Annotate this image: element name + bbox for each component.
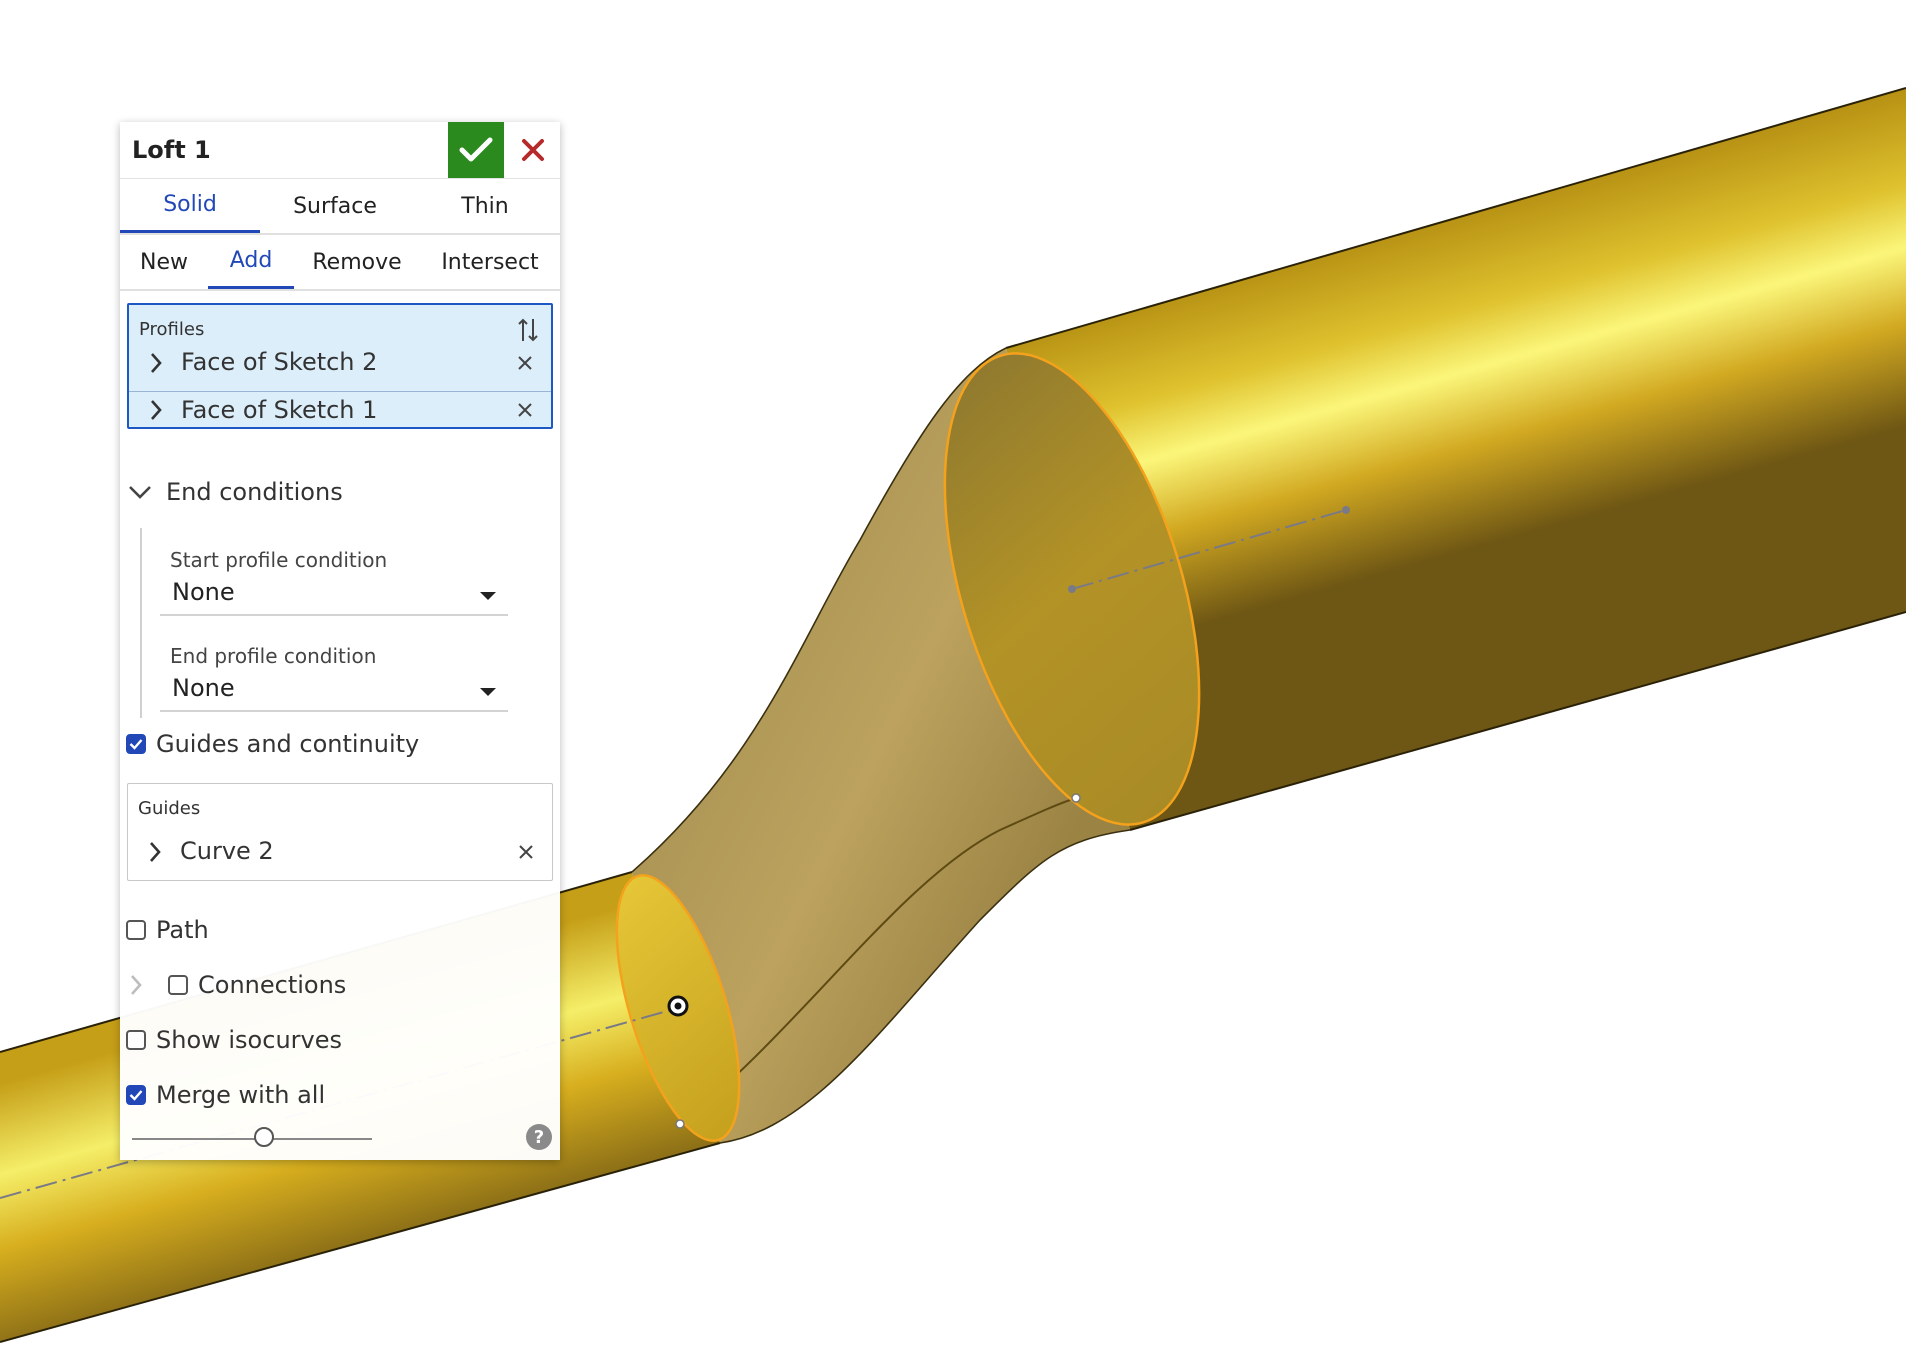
close-icon	[522, 139, 544, 161]
path-checkbox[interactable]: Path	[126, 914, 209, 946]
chevron-right-icon[interactable]	[149, 352, 163, 374]
checkbox-unchecked-icon[interactable]	[126, 1030, 146, 1050]
tab-new[interactable]: New	[120, 235, 208, 289]
end-profile-condition-value: None	[172, 674, 235, 702]
profile-item-label: Face of Sketch 2	[181, 348, 378, 376]
help-icon[interactable]: ?	[526, 1124, 552, 1150]
cancel-button[interactable]	[506, 122, 560, 178]
axis-point	[1342, 506, 1350, 514]
guide-vertex	[675, 1119, 685, 1129]
chevron-right-icon[interactable]	[128, 974, 144, 996]
tab-add[interactable]: Add	[208, 235, 294, 289]
end-profile-condition-label: End profile condition	[170, 644, 377, 668]
tab-remove[interactable]: Remove	[294, 235, 420, 289]
remove-icon[interactable]	[517, 402, 533, 418]
connections-row[interactable]: Connections	[128, 969, 346, 1001]
guides-and-continuity-label: Guides and continuity	[156, 730, 420, 758]
tab-solid[interactable]: Solid	[120, 179, 260, 233]
slider-handle[interactable]	[254, 1127, 274, 1147]
tab-thin[interactable]: Thin	[410, 179, 560, 233]
dropdown-caret-icon	[480, 592, 496, 600]
checkbox-unchecked-icon[interactable]	[168, 975, 188, 995]
end-profile-condition-select[interactable]: None	[160, 668, 508, 712]
profile-item[interactable]: Face of Sketch 1	[129, 391, 551, 429]
body-type-tabs: Solid Surface Thin	[120, 179, 560, 235]
connections-label: Connections	[198, 971, 347, 999]
axis-point	[1068, 585, 1076, 593]
dialog-transparency-slider[interactable]	[132, 1127, 372, 1147]
guides-and-continuity-checkbox[interactable]: Guides and continuity	[126, 728, 419, 760]
operation-tabs: New Add Remove Intersect	[120, 235, 560, 291]
section-indent-line	[140, 528, 142, 718]
checkbox-checked-icon[interactable]	[126, 1085, 146, 1105]
dropdown-caret-icon	[480, 688, 496, 696]
checkbox-unchecked-icon[interactable]	[126, 920, 146, 940]
tab-intersect[interactable]: Intersect	[420, 235, 560, 289]
show-isocurves-label: Show isocurves	[156, 1026, 342, 1054]
merge-with-all-checkbox[interactable]: Merge with all	[126, 1079, 325, 1111]
tab-surface[interactable]: Surface	[260, 179, 410, 233]
dialog-header: Loft 1	[120, 122, 560, 179]
start-profile-condition-label: Start profile condition	[170, 548, 388, 572]
show-isocurves-checkbox[interactable]: Show isocurves	[126, 1024, 342, 1056]
chevron-down-icon	[129, 486, 151, 499]
start-profile-condition-value: None	[172, 578, 235, 606]
dialog-title: Loft 1	[132, 136, 211, 164]
guide-vertex	[1071, 793, 1081, 803]
remove-icon[interactable]	[518, 844, 534, 860]
end-conditions-label: End conditions	[166, 478, 343, 506]
guide-item[interactable]: Curve 2	[128, 822, 552, 880]
chevron-right-icon[interactable]	[149, 399, 163, 421]
end-conditions-toggle[interactable]: End conditions	[128, 478, 343, 506]
accept-button[interactable]	[448, 122, 504, 178]
profiles-selection-box[interactable]: Profiles Face of Sketch 2 Face of Sketch…	[127, 303, 553, 429]
guide-item-label: Curve 2	[180, 837, 274, 865]
merge-with-all-label: Merge with all	[156, 1081, 326, 1109]
profile-item[interactable]: Face of Sketch 2	[129, 333, 551, 391]
profile-item-label: Face of Sketch 1	[181, 396, 378, 424]
path-label: Path	[156, 916, 209, 944]
remove-icon[interactable]	[517, 355, 533, 371]
chevron-right-icon[interactable]	[148, 841, 162, 863]
guides-label: Guides	[138, 798, 201, 819]
checkbox-checked-icon[interactable]	[126, 734, 146, 754]
loft-feature-dialog: Loft 1 Solid Surface Thin New Add Remove…	[120, 122, 560, 1160]
start-profile-condition-select[interactable]: None	[160, 572, 508, 616]
check-icon	[459, 137, 493, 162]
guides-selection-box[interactable]: Guides Curve 2	[127, 783, 553, 881]
